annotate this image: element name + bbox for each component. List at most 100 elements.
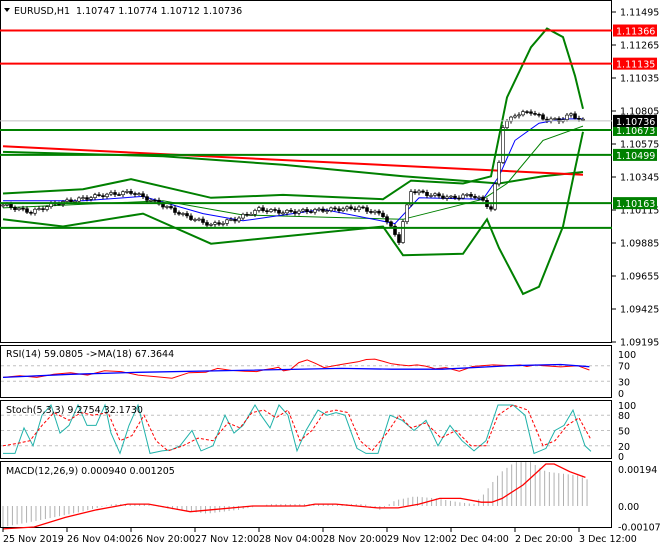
candle-body bbox=[369, 211, 373, 213]
rsi-tick-label: 0 bbox=[618, 389, 624, 400]
candle-body bbox=[357, 206, 361, 210]
candle-body bbox=[1, 204, 5, 207]
rsi-tick-label: 100 bbox=[618, 350, 636, 361]
level-label: 1.10163 bbox=[616, 199, 655, 210]
candle-body bbox=[553, 118, 557, 120]
candle-body bbox=[501, 127, 505, 163]
candle-body bbox=[313, 209, 317, 213]
candle-body bbox=[141, 193, 145, 197]
time-tick-label: 26 Nov 20:00 bbox=[131, 534, 195, 545]
candle-body bbox=[237, 217, 241, 222]
rsi-ma-line bbox=[2, 363, 590, 379]
candle-body bbox=[325, 210, 329, 212]
candle-body bbox=[97, 194, 101, 196]
candle-body bbox=[533, 113, 537, 115]
stoch-title: Stoch(5,3,3) 9.2754 32.1730 bbox=[6, 405, 143, 416]
candle-body bbox=[205, 222, 209, 226]
candle-body bbox=[33, 208, 37, 214]
candle-body bbox=[365, 207, 369, 212]
candle-body bbox=[565, 114, 569, 120]
bollinger-upper-line bbox=[2, 27, 584, 201]
candle-body bbox=[473, 196, 477, 198]
candle-body bbox=[421, 190, 425, 193]
time-tick-label: 28 Nov 20:00 bbox=[323, 534, 387, 545]
candle-body bbox=[73, 200, 77, 203]
candle-body bbox=[65, 199, 69, 202]
candle-body bbox=[117, 194, 121, 196]
price-tick-label: 1.09425 bbox=[620, 305, 659, 316]
candle-body bbox=[245, 213, 249, 216]
candle-body bbox=[17, 207, 21, 210]
candle-body bbox=[385, 216, 389, 223]
stoch-tick-label: 80 bbox=[618, 411, 630, 422]
candle-body bbox=[457, 197, 461, 200]
candle-body bbox=[233, 219, 237, 222]
price-tick-label: 1.09885 bbox=[620, 239, 659, 250]
candle-body bbox=[177, 212, 181, 215]
candle-body bbox=[217, 222, 221, 225]
candle-body bbox=[149, 199, 153, 202]
candle-body bbox=[273, 209, 277, 211]
candle-body bbox=[309, 211, 313, 213]
time-tick-label: 2 Dec 04:00 bbox=[451, 534, 509, 545]
time-tick-label: 2 Dec 20:00 bbox=[515, 534, 573, 545]
candle-body bbox=[257, 207, 261, 211]
time-tick-label: 25 Nov 2019 bbox=[3, 534, 64, 545]
stoch-tick-label: 0 bbox=[618, 452, 624, 463]
candle-body bbox=[361, 206, 365, 209]
candle-body bbox=[521, 111, 525, 116]
price-tick-label: 1.11495 bbox=[620, 8, 659, 19]
time-tick-label: 27 Nov 12:00 bbox=[195, 534, 259, 545]
candle-body bbox=[453, 195, 457, 199]
candle-body bbox=[169, 206, 173, 209]
candle-body bbox=[537, 113, 541, 116]
macd-tick-label: -0.001076 bbox=[618, 523, 660, 534]
candle-body bbox=[477, 196, 481, 199]
ohlc-values: 1.10747 1.10774 1.10712 1.10736 bbox=[76, 6, 242, 17]
stoch-tick-label: 50 bbox=[618, 427, 630, 438]
candle-body bbox=[493, 183, 497, 210]
candle-body bbox=[445, 196, 449, 199]
chart-svg[interactable]: 1.114951.112651.110351.108051.105751.103… bbox=[0, 0, 660, 550]
level-label: 1.10499 bbox=[616, 151, 655, 162]
rsi-tick-label: 30 bbox=[618, 377, 630, 388]
candle-body bbox=[573, 113, 577, 119]
candle-body bbox=[249, 214, 253, 216]
candle-body bbox=[405, 204, 409, 222]
candle-body bbox=[269, 209, 273, 212]
candle-body bbox=[345, 206, 349, 210]
time-tick-label: 26 Nov 04:00 bbox=[67, 534, 131, 545]
candle-body bbox=[481, 196, 485, 201]
candle-body bbox=[317, 208, 321, 211]
candle-body bbox=[113, 192, 117, 195]
candle-body bbox=[145, 196, 149, 201]
candle-body bbox=[581, 118, 585, 121]
price-tick-label: 1.10575 bbox=[620, 140, 659, 151]
candle-body bbox=[441, 195, 445, 199]
candle-body bbox=[377, 210, 381, 214]
candle-body bbox=[133, 193, 137, 195]
candle-body bbox=[77, 197, 81, 202]
candle-body bbox=[569, 113, 573, 116]
candle-body bbox=[45, 206, 49, 210]
candle-body bbox=[389, 221, 393, 227]
candle-body bbox=[513, 115, 517, 118]
candle-body bbox=[229, 219, 233, 221]
candle-body bbox=[41, 208, 45, 210]
collapse-triangle-icon[interactable] bbox=[4, 8, 10, 12]
time-tick-label: 28 Nov 04:00 bbox=[259, 534, 323, 545]
candle-body bbox=[81, 197, 85, 199]
candle-body bbox=[337, 208, 341, 212]
candle-body bbox=[25, 208, 29, 213]
candle-body bbox=[105, 193, 109, 197]
candle-body bbox=[529, 111, 533, 114]
candle-body bbox=[333, 207, 337, 210]
candle-body bbox=[201, 218, 205, 223]
time-tick-label: 29 Nov 12:00 bbox=[387, 534, 451, 545]
candle-body bbox=[261, 207, 265, 211]
candle-body bbox=[241, 213, 245, 219]
candle-body bbox=[129, 191, 133, 194]
level-label: 1.11366 bbox=[616, 27, 655, 38]
candle-body bbox=[121, 191, 125, 196]
candle-body bbox=[381, 212, 385, 217]
